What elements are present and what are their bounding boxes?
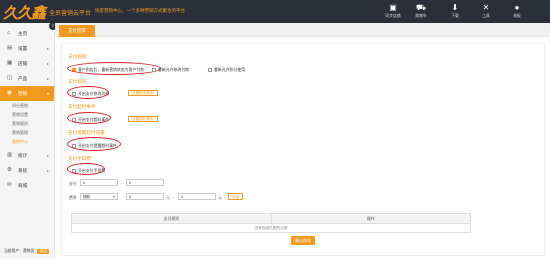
chevron-right-icon: ▸ (46, 46, 49, 51)
top-bar: 久久鑫 全员营销云平台 快客营销中心，一个多种营销方式聚合的平台 ▣ 同步店铺 … (0, 0, 550, 23)
sidebar: ⌂ 主页 ▤ 设置 ▸ ▦ 店铺 ▸ ◫ 产品 ▸ ◉ 营销 ▾ 积分营销 营销… (0, 23, 55, 259)
marketing-icon: ◉ (7, 90, 12, 96)
download-button[interactable]: ⬇ 下载 (444, 3, 466, 19)
table-header: 支付规则 操作 (72, 214, 470, 223)
section-title: 支付规则 (68, 54, 87, 59)
download-icon: ⬇ (451, 3, 459, 12)
unit-label: 元 (218, 195, 222, 200)
option-allow-points[interactable]: 重新允许积分使用 (208, 67, 245, 73)
rate-max-input[interactable]: 0 (178, 193, 216, 200)
rate-type-select[interactable]: 随机 (80, 193, 118, 200)
option-allow-modify[interactable]: 重新允许修改付款 (152, 67, 189, 73)
section-title: 支付提醒超时设置 (68, 130, 105, 135)
store-icon: ▦ (7, 60, 13, 66)
logout-button[interactable]: 退出 (37, 249, 50, 254)
message-icon: ✉ (7, 182, 12, 188)
logo-mark: 久久鑫 (3, 3, 46, 22)
user-menu-button[interactable]: ● 老板 (506, 3, 528, 19)
stats-icon: ▥ (7, 152, 13, 158)
sidebar-subitem[interactable]: 营销管理 (0, 128, 54, 137)
sidebar-subitem[interactable]: 营销规则 (0, 119, 54, 128)
fee-row-label: 支付 (69, 181, 77, 186)
slogan: 快客营销中心，一个多种营销方式聚合的平台 (95, 8, 185, 13)
set-timeout-rule-button[interactable]: 设置超时规则 (128, 116, 158, 122)
sidebar-item-mall[interactable]: ✉ 商城 (0, 178, 54, 193)
chevron-right-icon: ▸ (46, 168, 49, 173)
sidebar-footer: 当前用户：营销员 退出 (4, 249, 50, 254)
tab-bar: 支付营销 (55, 23, 550, 37)
settings-icon: ▤ (7, 45, 13, 51)
highlight-oval (67, 163, 105, 175)
column-header: 操作 (366, 216, 375, 221)
logo[interactable]: 久久鑫 全员营销云平台 (3, 3, 92, 22)
store-icon: ▣ (389, 3, 397, 12)
sidebar-item-product[interactable]: ◫ 产品 ▸ (0, 71, 54, 86)
section-title: 支付手续费 (68, 156, 91, 161)
add-rule-button[interactable]: 添加 (228, 193, 244, 200)
highlight-oval (67, 112, 111, 124)
column-header: 支付规则 (72, 214, 272, 223)
rate-min-input[interactable]: 0 (126, 193, 164, 200)
chevron-right-icon: ▸ (46, 76, 49, 81)
sidebar-subitem[interactable]: 积分营销 (0, 101, 54, 110)
sidebar-item-stats[interactable]: ▥ 统计 ▸ (0, 148, 54, 163)
sync-store-button[interactable]: ▣ 同步店铺 (382, 3, 404, 19)
fee-max-input[interactable]: 0 (126, 179, 164, 186)
sidebar-subitem-current[interactable]: 营销中心 (0, 137, 54, 146)
sidebar-item-system[interactable]: ⚙ 系统 ▸ (0, 163, 54, 178)
rules-table: 支付规则 操作 没有找到匹配的记录 (71, 213, 471, 233)
rate-row-label: 费率 (69, 195, 77, 200)
save-button[interactable]: 确认保存 (291, 236, 315, 245)
set-modify-rule-button[interactable]: 设置修改规则 (128, 90, 158, 96)
range-separator: ~ (121, 181, 124, 186)
home-icon: ⌂ (7, 30, 11, 36)
sidebar-item-home[interactable]: ⌂ 主页 (0, 26, 54, 41)
highlight-oval (67, 62, 161, 75)
current-user-text: 当前用户：营销员 (4, 249, 35, 253)
chevron-down-icon: ▾ (46, 91, 49, 96)
table-empty-row: 没有找到匹配的记录 (72, 223, 470, 232)
checkbox[interactable] (208, 68, 212, 72)
section-title: 支付规则 (68, 79, 87, 84)
fee-min-input[interactable]: 0 (80, 179, 118, 186)
sidebar-item-store[interactable]: ▦ 店铺 ▸ (0, 56, 54, 71)
highlight-oval (67, 86, 109, 99)
highlight-oval (67, 137, 121, 151)
tools-icon: ✕ (482, 3, 490, 12)
tools-button[interactable]: ✕ 工具 (475, 3, 497, 19)
sidebar-subitem[interactable]: 营销设置 (0, 110, 54, 119)
range-separator: ~ (172, 195, 175, 200)
sidebar-item-marketing[interactable]: ◉ 营销 ▾ (0, 86, 54, 101)
tab-payment-marketing[interactable]: 支付营销 (59, 25, 95, 37)
checkbox[interactable] (152, 68, 156, 72)
unit-label: 元 (166, 195, 170, 200)
system-icon: ⚙ (7, 167, 12, 173)
product-icon: ◫ (7, 75, 13, 81)
chevron-right-icon: ▸ (46, 61, 49, 66)
main-content: 支付营销 支付规则 客户到店后，重新营销状态为客户付款 重新允许修改付款 重新允… (55, 23, 550, 259)
cart-icon: ⛟ (415, 3, 427, 12)
cart-button[interactable]: ⛟ 购物车 (410, 3, 432, 19)
chevron-right-icon: ▸ (46, 153, 49, 158)
section-title: 支付超时事件 (68, 104, 96, 109)
sidebar-item-settings[interactable]: ▤ 设置 ▸ (0, 41, 54, 56)
platform-subtitle: 全员营销云平台 (49, 10, 92, 17)
user-icon: ● (514, 3, 520, 12)
